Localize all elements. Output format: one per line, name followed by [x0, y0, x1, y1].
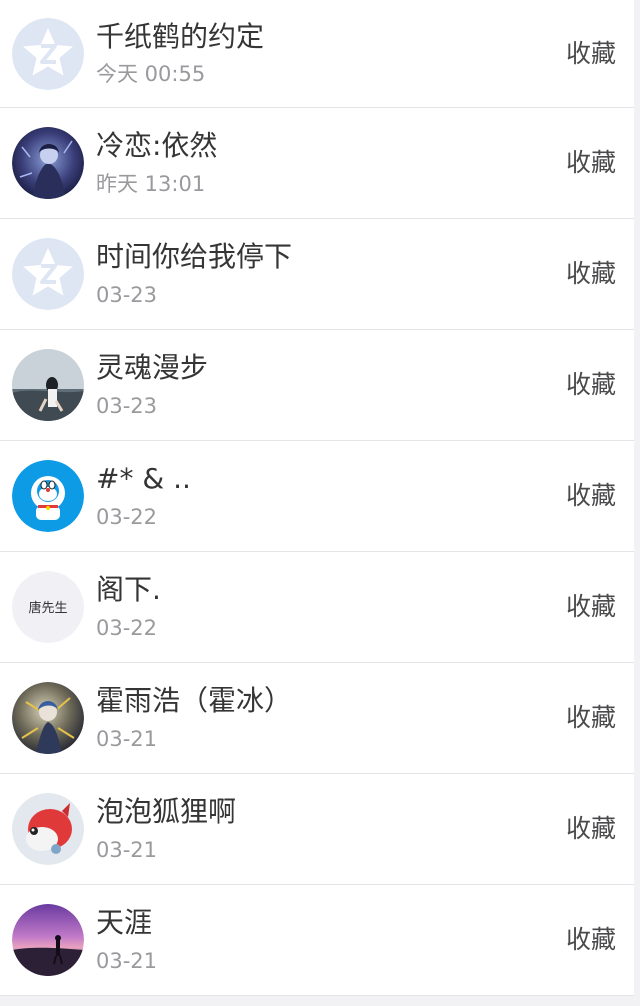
avatar-text: 唐先生 — [28, 600, 67, 616]
favorite-button[interactable]: 收藏 — [566, 480, 616, 512]
list-item[interactable]: 天涯 03-21 收藏 — [0, 885, 634, 996]
visitor-list: 千纸鹤的约定 今天 00:55 收藏 冷恋:依然 昨天 13:01 收藏 时间你… — [0, 0, 634, 996]
favorite-button[interactable]: 收藏 — [566, 813, 616, 845]
visit-time: 03-23 — [96, 394, 158, 418]
visitor-name[interactable]: 泡泡狐狸啊 — [96, 794, 236, 830]
sunset-avatar[interactable] — [12, 904, 84, 976]
qzone-star-icon[interactable] — [12, 17, 84, 90]
photo-avatar[interactable] — [12, 349, 84, 421]
list-item[interactable]: 时间你给我停下 03-23 收藏 — [0, 219, 634, 330]
visit-time: 今天 00:55 — [96, 62, 206, 86]
list-item[interactable]: 冷恋:依然 昨天 13:01 收藏 — [0, 108, 634, 219]
list-item[interactable]: 泡泡狐狸啊 03-21 收藏 — [0, 774, 634, 885]
visit-time: 03-22 — [96, 616, 158, 640]
visitor-name[interactable]: 霍雨浩（霍冰） — [96, 683, 292, 719]
doraemon-avatar[interactable] — [12, 460, 84, 532]
list-item[interactable]: #* & .. 03-22 收藏 — [0, 441, 634, 552]
list-item[interactable]: 霍雨浩（霍冰） 03-21 收藏 — [0, 663, 634, 774]
visit-time: 03-23 — [96, 283, 158, 307]
favorite-button[interactable]: 收藏 — [566, 258, 616, 290]
anime-avatar[interactable] — [12, 127, 84, 199]
visitor-name[interactable]: 阁下. — [96, 572, 161, 608]
visitor-name[interactable]: 灵魂漫步 — [96, 350, 208, 386]
favorite-button[interactable]: 收藏 — [566, 147, 616, 179]
visitor-name[interactable]: 冷恋:依然 — [96, 128, 217, 164]
visit-time: 03-21 — [96, 949, 158, 973]
favorite-button[interactable]: 收藏 — [566, 591, 616, 623]
favorite-button[interactable]: 收藏 — [566, 702, 616, 734]
visitor-name[interactable]: #* & .. — [96, 461, 191, 497]
list-item[interactable]: 唐先生 阁下. 03-22 收藏 — [0, 552, 634, 663]
favorite-button[interactable]: 收藏 — [566, 369, 616, 401]
visit-time: 03-21 — [96, 838, 158, 862]
favorite-button[interactable]: 收藏 — [566, 38, 616, 70]
list-item[interactable]: 灵魂漫步 03-23 收藏 — [0, 330, 634, 441]
fox-avatar[interactable] — [12, 793, 84, 865]
text-avatar[interactable]: 唐先生 — [12, 571, 84, 643]
list-item[interactable]: 千纸鹤的约定 今天 00:55 收藏 — [0, 0, 634, 108]
visitor-list-screen: 千纸鹤的约定 今天 00:55 收藏 冷恋:依然 昨天 13:01 收藏 时间你… — [0, 0, 640, 1006]
favorite-button[interactable]: 收藏 — [566, 924, 616, 956]
qzone-star-icon[interactable] — [12, 238, 84, 310]
visitor-name[interactable]: 天涯 — [96, 905, 152, 941]
visitor-name[interactable]: 时间你给我停下 — [96, 239, 292, 275]
visit-time: 昨天 13:01 — [96, 172, 206, 196]
visit-time: 03-21 — [96, 727, 158, 751]
visit-time: 03-22 — [96, 505, 158, 529]
visitor-name[interactable]: 千纸鹤的约定 — [96, 19, 264, 55]
anime-avatar[interactable] — [12, 682, 84, 754]
